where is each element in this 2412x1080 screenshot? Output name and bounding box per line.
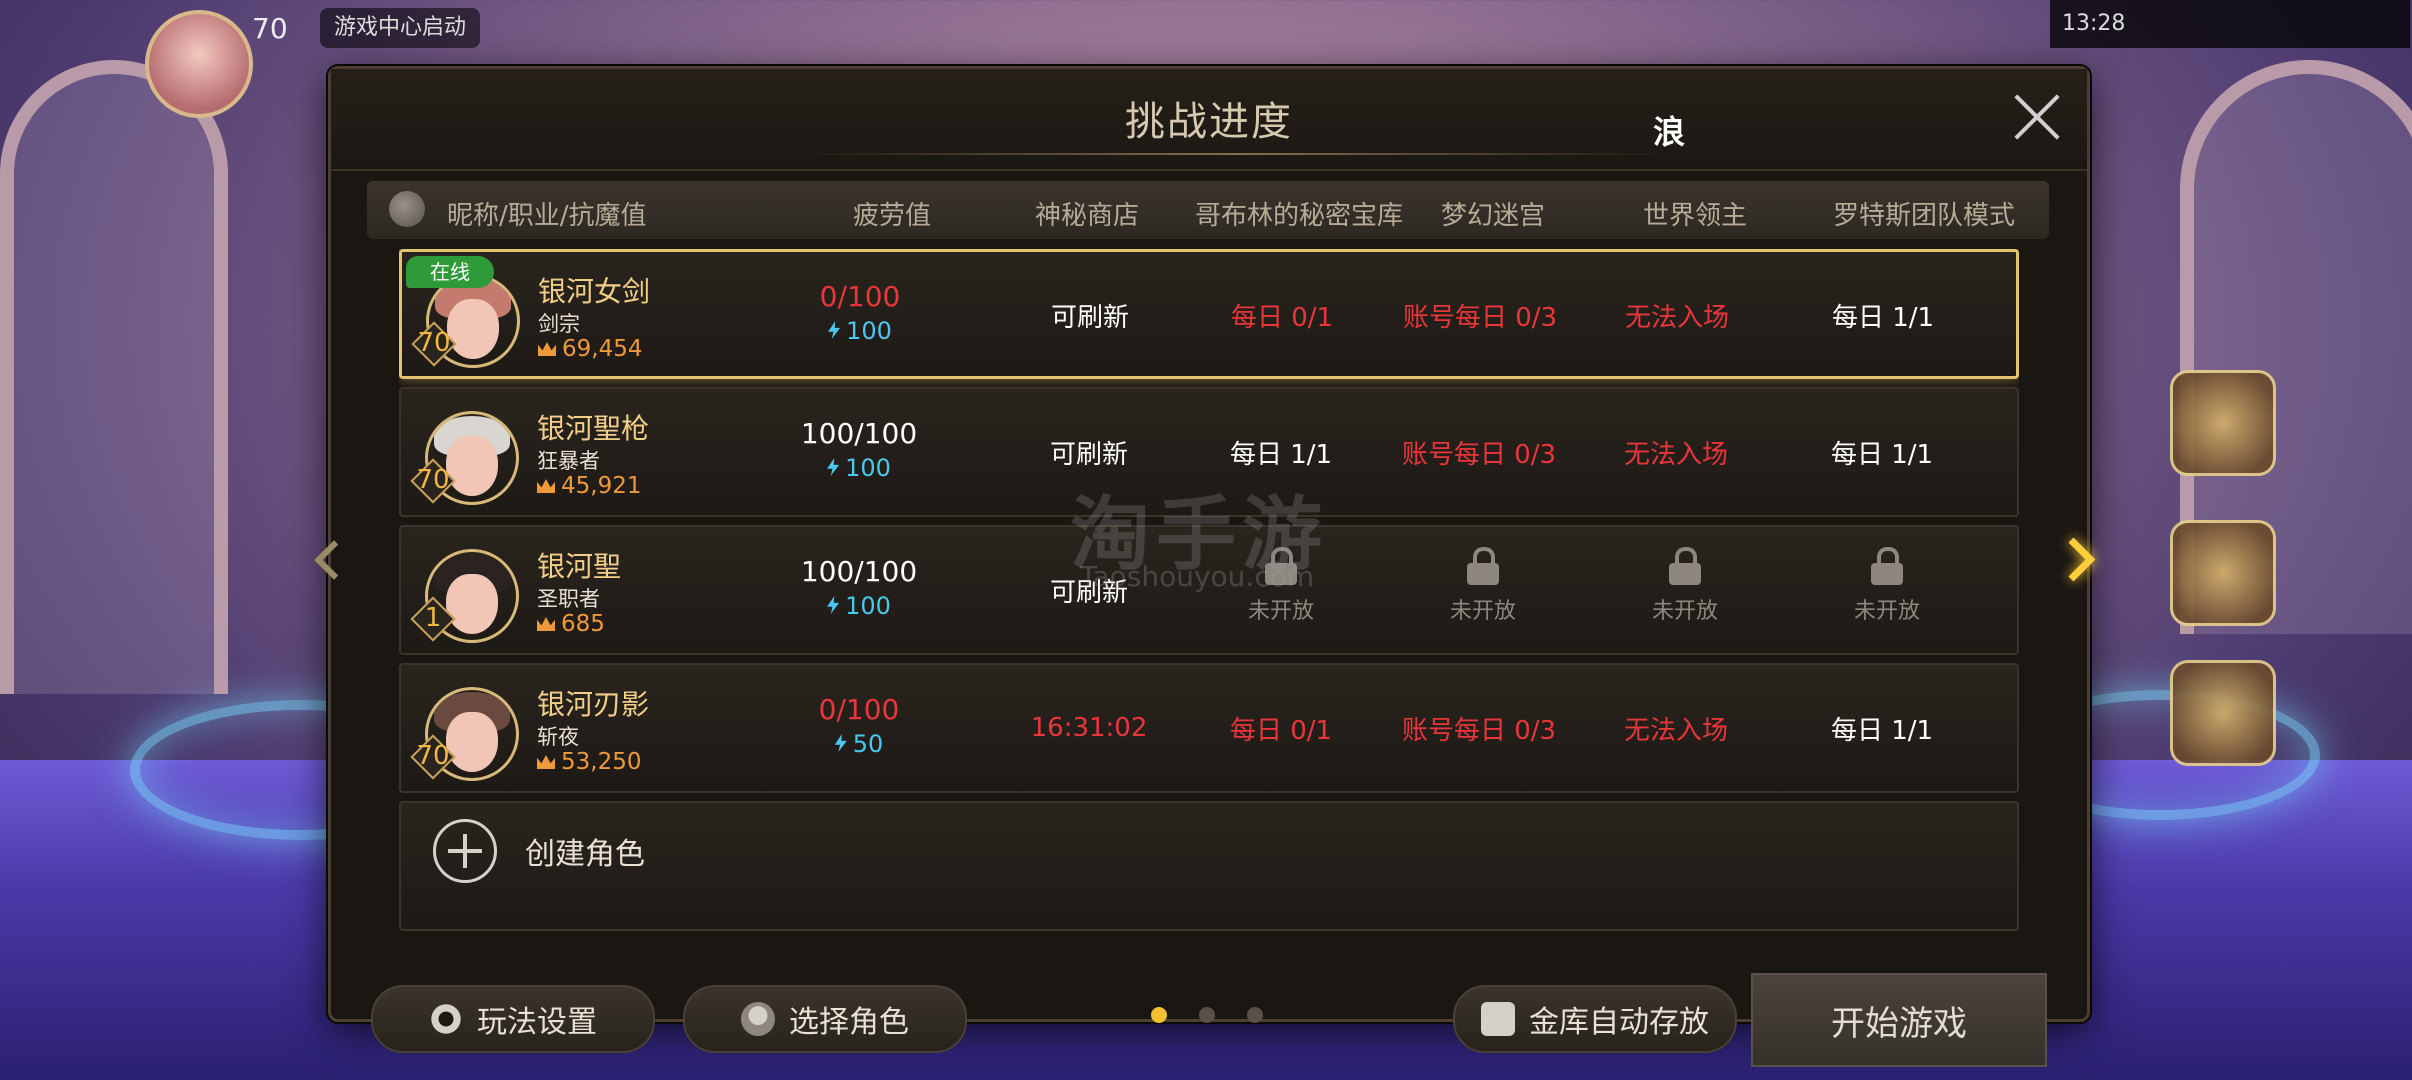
chevron-left-icon[interactable] (310, 540, 346, 584)
world-boss-locked: 未开放 (1615, 547, 1755, 625)
modal-mark: 浪 (1653, 113, 1686, 151)
character-icon (741, 1002, 775, 1036)
level-badge: 70 (411, 735, 455, 779)
shop-timer: 16:31:02 (1030, 713, 1148, 743)
fatigue-cell: 100/100 100 (779, 555, 939, 620)
modal-footer: 玩法设置 选择角色 金库自动存放 开始游戏 (331, 953, 2087, 1067)
create-character-label: 创建角色 (525, 837, 645, 872)
header-rotes: 罗特斯团队模式 (1833, 201, 2016, 231)
header-maze: 梦幻迷宫 (1441, 201, 1546, 231)
character-job: 剑宗 (538, 312, 580, 336)
character-power: 53,250 (537, 749, 641, 775)
energy-value: 100 (780, 317, 940, 345)
character-power: 69,454 (538, 336, 642, 362)
chest-icon (1481, 1002, 1515, 1036)
maze-status: 账号每日 0/3 (1401, 439, 1557, 470)
modal-title: 挑战进度 (1125, 99, 1293, 145)
character-row[interactable]: 在线 70 银河女剑 剑宗 69,454 0/100 100 可刷新 每日 0/… (399, 249, 2019, 379)
character-row[interactable]: 70 银河刃影 斩夜 53,250 0/100 50 16:31:02 每日 0… (399, 663, 2019, 793)
maze-status: 账号每日 0/3 (1401, 715, 1557, 746)
maze-status: 账号每日 0/3 (1402, 302, 1558, 333)
gear-icon (429, 1002, 463, 1036)
page-dot[interactable] (1151, 1007, 1167, 1023)
background-arch-left (0, 60, 228, 694)
lock-icon (1871, 547, 1903, 585)
energy-value: 100 (779, 454, 939, 482)
side-menu-icon-3[interactable] (2170, 660, 2276, 766)
game-center-button[interactable]: 游戏中心启动 (320, 8, 481, 48)
world-boss-status: 无法入场 (1624, 302, 1729, 333)
rotes-status: 每日 1/1 (1830, 439, 1934, 470)
world-boss-status: 无法入场 (1623, 439, 1728, 470)
header-shop: 神秘商店 (1035, 201, 1140, 231)
energy-value: 50 (779, 730, 939, 758)
rotes-status: 每日 1/1 (1831, 302, 1935, 333)
character-name: 银河聖枪 (537, 412, 650, 445)
page-indicator (1151, 1007, 1271, 1027)
goblin-status: 每日 0/1 (1230, 302, 1334, 333)
world-boss-status: 无法入场 (1623, 715, 1728, 746)
maze-locked: 未开放 (1413, 547, 1553, 625)
plus-icon (433, 819, 497, 883)
character-power: 685 (537, 611, 605, 637)
close-icon[interactable] (2011, 91, 2063, 143)
create-character-row[interactable]: 创建角色 (399, 801, 2019, 931)
vault-auto-store-button[interactable]: 金库自动存放 (1453, 985, 1737, 1053)
fatigue-value: 100/100 (800, 417, 918, 450)
shop-status: 可刷新 (1050, 302, 1129, 333)
rotes-status: 每日 1/1 (1830, 715, 1934, 746)
energy-icon (827, 458, 840, 476)
level-badge: 70 (411, 459, 455, 503)
energy-value: 100 (779, 592, 939, 620)
select-character-button[interactable]: 选择角色 (683, 985, 967, 1053)
character-name: 银河刃影 (537, 688, 650, 721)
page-dot[interactable] (1247, 1007, 1263, 1023)
header-character: 昵称/职业/抗魔值 (447, 201, 647, 231)
character-header-icon (389, 191, 425, 227)
character-power: 45,921 (537, 473, 641, 499)
player-avatar[interactable] (145, 10, 253, 118)
character-job: 斩夜 (537, 725, 579, 749)
fatigue-cell: 0/100 50 (779, 693, 939, 758)
rotes-locked: 未开放 (1817, 547, 1957, 625)
fatigue-value: 0/100 (818, 693, 900, 726)
crown-icon (537, 617, 555, 631)
side-menu-icon-1[interactable] (2170, 370, 2276, 476)
gameplay-settings-button[interactable]: 玩法设置 (371, 985, 655, 1053)
fatigue-value: 0/100 (819, 280, 901, 313)
fatigue-cell: 0/100 100 (780, 280, 940, 345)
fatigue-value: 100/100 (800, 555, 918, 588)
header-world-boss: 世界领主 (1643, 201, 1748, 231)
side-menu-icon-2[interactable] (2170, 520, 2276, 626)
title-divider (801, 153, 1671, 155)
online-badge: 在线 (406, 256, 494, 288)
page-dot[interactable] (1199, 1007, 1215, 1023)
level-badge: 70 (412, 322, 456, 366)
player-level: 70 (252, 12, 288, 45)
character-job: 狂暴者 (537, 449, 600, 473)
character-list: 在线 70 银河女剑 剑宗 69,454 0/100 100 可刷新 每日 0/… (399, 249, 2019, 953)
crown-icon (538, 342, 556, 356)
lock-icon (1669, 547, 1701, 585)
crown-icon (537, 479, 555, 493)
watermark-url: Taoshouyou.com (1080, 560, 1315, 593)
goblin-status: 每日 0/1 (1229, 715, 1333, 746)
modal-title-bar: 挑战进度 浪 (331, 69, 2087, 171)
energy-icon (827, 596, 840, 614)
start-game-button[interactable]: 开始游戏 (1751, 973, 2047, 1067)
character-name: 银河女剑 (538, 275, 651, 308)
character-job: 圣职者 (537, 587, 600, 611)
character-name: 银河聖 (537, 550, 622, 583)
lock-icon (1467, 547, 1499, 585)
header-fatigue: 疲劳值 (853, 201, 932, 231)
energy-icon (828, 321, 841, 339)
crown-icon (537, 755, 555, 769)
fatigue-cell: 100/100 100 (779, 417, 939, 482)
status-bar: 13:28 (2050, 0, 2410, 48)
chevron-right-icon[interactable] (2058, 536, 2098, 586)
column-header: 昵称/职业/抗魔值 疲劳值 神秘商店 哥布林的秘密宝库 梦幻迷宫 世界领主 罗特… (367, 181, 2049, 239)
level-badge: 1 (411, 597, 455, 641)
header-goblin: 哥布林的秘密宝库 (1195, 201, 1404, 231)
energy-icon (834, 734, 847, 752)
